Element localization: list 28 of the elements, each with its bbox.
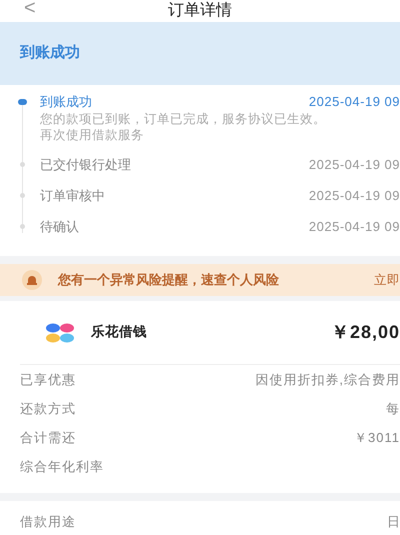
step-time: 2025-04-19 09 [308, 218, 400, 236]
product-name: 乐花借钱 [91, 323, 147, 342]
step-time: 2025-04-19 09 [308, 156, 400, 174]
step-label: 订单审核中 [40, 187, 105, 205]
row-label: 综合年化利率 [20, 458, 104, 476]
page-title: 订单详情 [168, 1, 232, 21]
alarm-light-icon [22, 270, 42, 290]
step-label: 待确认 [40, 218, 79, 236]
step-description: 您的款项已到账，订单已完成，服务协议已生效。 [40, 111, 327, 127]
step-description: 再次使用借款服务 [40, 127, 145, 143]
row-value: 因使用折扣券,综合费用 [255, 370, 400, 389]
row-value: 日 [387, 513, 400, 532]
step-time: 2025-04-19 09 [308, 93, 400, 111]
row-value: 每 [386, 400, 400, 418]
row-label: 还款方式 [20, 400, 76, 418]
step-label: 到账成功 [40, 93, 92, 111]
risk-notice-text: 您有一个异常风险提醒，速查个人风险 [58, 271, 279, 290]
status-title: 到账成功 [20, 43, 80, 64]
row-label: 已享优惠 [20, 370, 76, 389]
step-label: 已交付银行处理 [40, 156, 131, 174]
step-time: 2025-04-19 09 [308, 187, 400, 205]
app-logo-icon [45, 322, 75, 342]
back-button[interactable]: < [24, 0, 36, 19]
row-label: 借款用途 [20, 513, 76, 532]
loan-amount: ￥28,00 [330, 321, 400, 344]
row-label: 合计需还 [20, 428, 76, 447]
check-now-link[interactable]: 立即 [374, 270, 400, 290]
row-value: ￥3011 [354, 428, 400, 447]
